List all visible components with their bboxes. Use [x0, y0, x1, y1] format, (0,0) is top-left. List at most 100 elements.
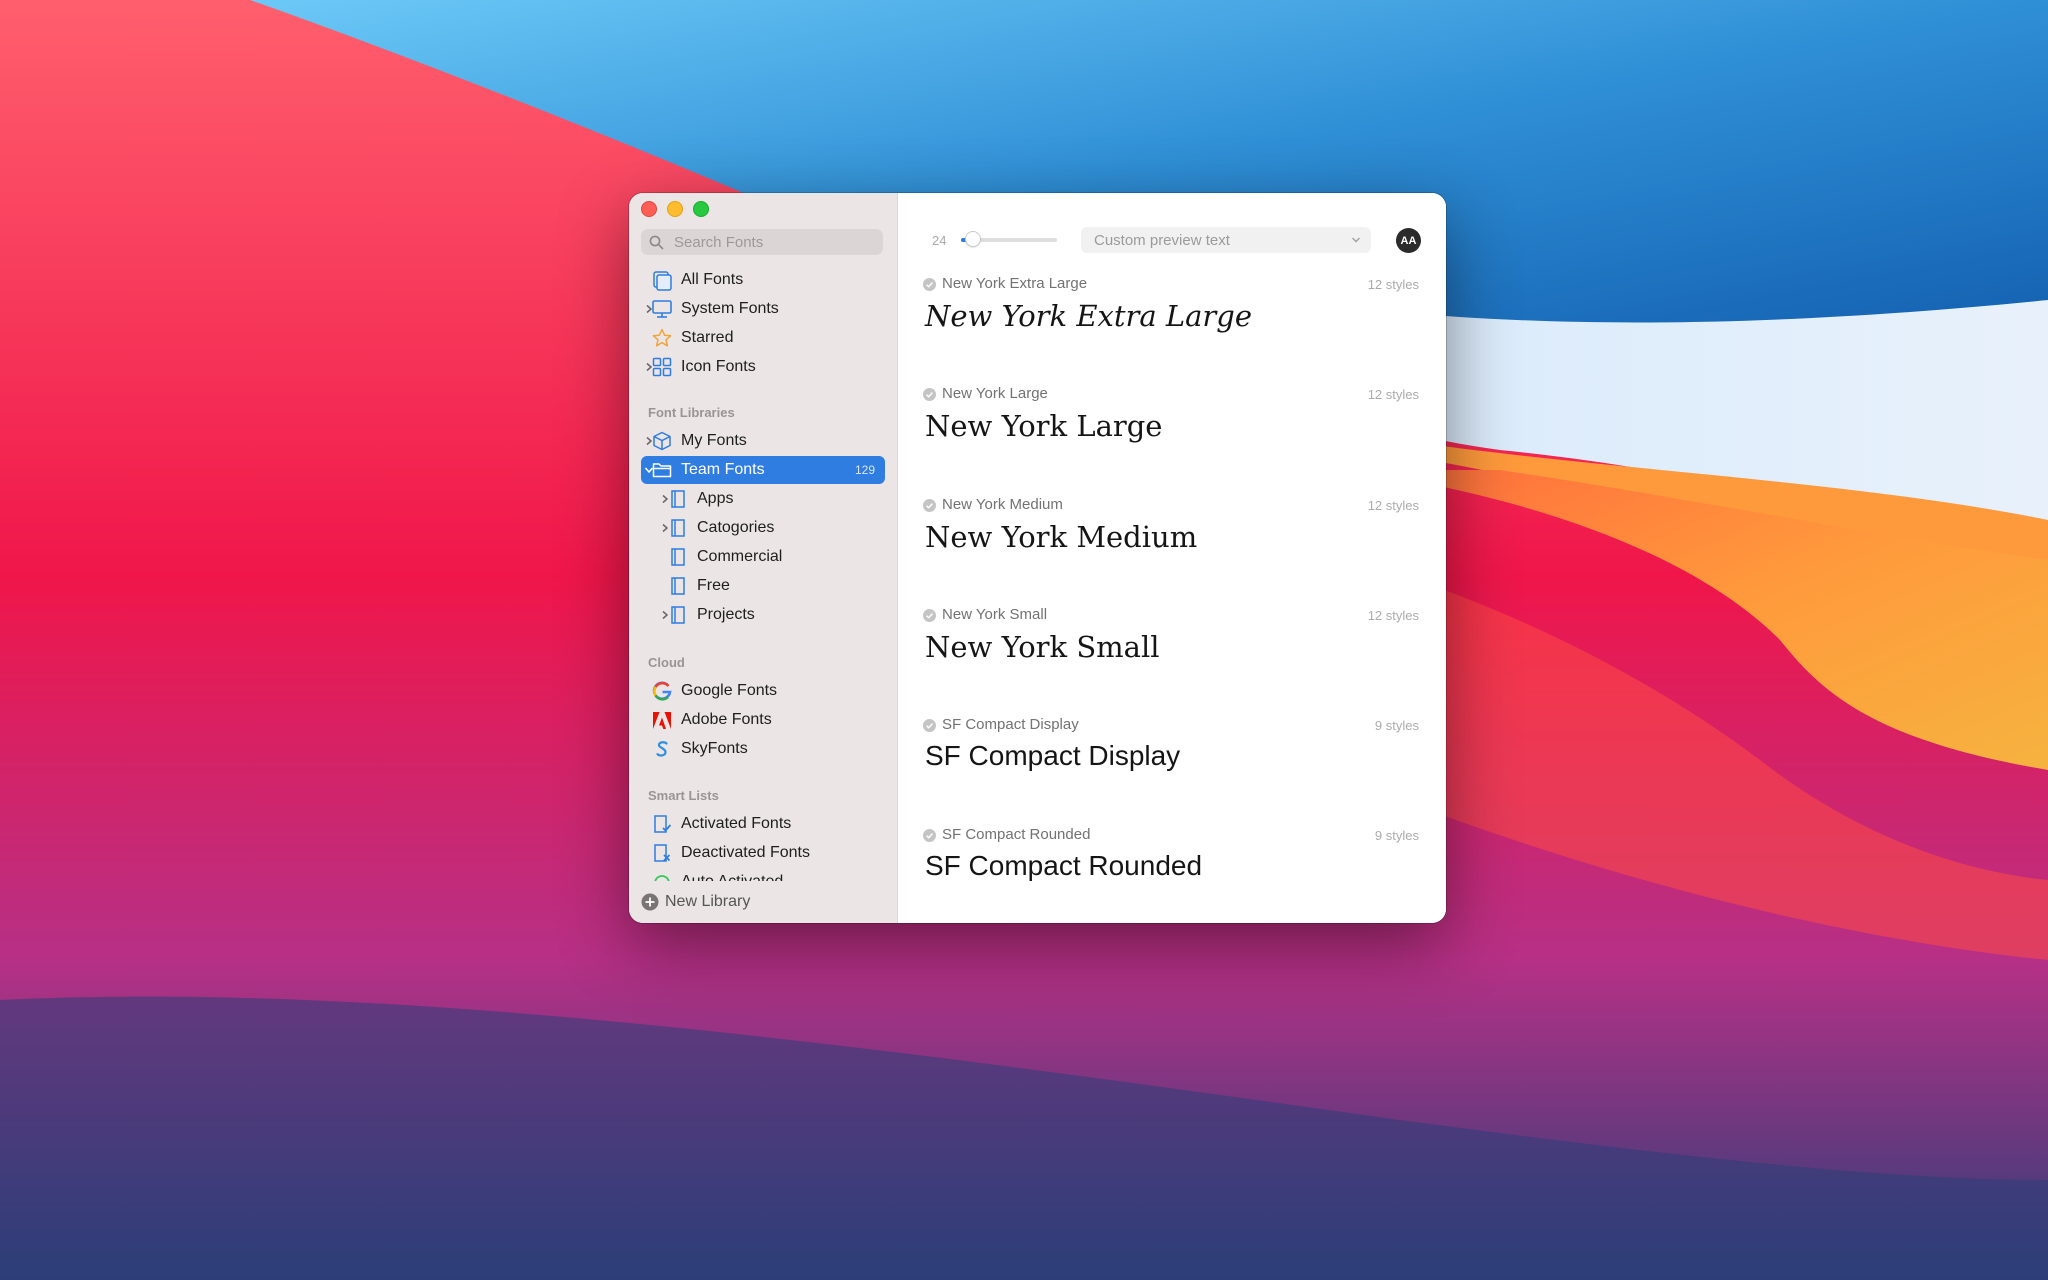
folder-icon	[652, 463, 672, 478]
new-library-label: New Library	[665, 893, 751, 910]
plus-circle-icon	[641, 893, 659, 911]
font-item[interactable]: New York Large 12 styles New York Large	[898, 383, 1446, 493]
preview-text-placeholder: Custom preview text	[1094, 231, 1230, 249]
style-count: 12 styles	[1367, 498, 1419, 513]
slider-knob[interactable]	[965, 232, 980, 246]
collection-icon	[671, 577, 685, 595]
font-preview-text: New York Extra Large	[925, 299, 1253, 333]
collection-icon	[671, 519, 685, 537]
sidebar-item-label: Projects	[697, 606, 755, 623]
sidebar-item-my-fonts[interactable]: My Fonts	[641, 427, 885, 455]
font-family-name: SF Compact Rounded	[942, 826, 1091, 843]
checkmark-circle-icon[interactable]	[923, 499, 936, 512]
checkmark-circle-icon[interactable]	[923, 388, 936, 401]
font-family-name: New York Large	[942, 385, 1048, 402]
sidebar-item-icon-fonts[interactable]: Icon Fonts	[641, 353, 885, 381]
font-family-name: SF Compact Display	[942, 716, 1079, 733]
section-header-smart-lists: Smart Lists	[648, 788, 719, 803]
toolbar: 24 Custom preview text AA	[898, 193, 1446, 263]
style-count: 12 styles	[1367, 608, 1419, 623]
sidebar-item-free[interactable]: Free	[641, 572, 885, 600]
deactivated-icon	[654, 844, 671, 862]
font-list: New York Extra Large 12 styles New York Ex…	[898, 263, 1446, 923]
text-size-aa-button[interactable]: AA	[1396, 228, 1421, 253]
font-preview-text: SF Compact Rounded	[925, 850, 1203, 881]
sidebar-item-label: Google Fonts	[681, 682, 778, 699]
sidebar-item-label: Apps	[697, 490, 734, 507]
sidebar: All Fonts System Fonts Starred	[629, 193, 898, 923]
checkmark-circle-icon[interactable]	[923, 829, 936, 842]
sidebar-item-label: Icon Fonts	[681, 358, 756, 375]
monitor-icon	[652, 300, 672, 318]
style-count: 12 styles	[1367, 277, 1419, 292]
font-item[interactable]: SF Compact Display 9 styles SF Compact Dis…	[898, 714, 1446, 824]
font-item[interactable]: SF Compact Rounded 9 styles SF Compact Rou…	[898, 824, 1446, 923]
sidebar-item-deactivated-fonts[interactable]: Deactivated Fonts	[641, 839, 885, 867]
sidebar-item-skyfonts[interactable]: SkyFonts	[641, 735, 885, 763]
grid-icon	[652, 357, 672, 377]
sidebar-item-label: Free	[697, 577, 730, 594]
box-icon	[653, 431, 671, 451]
new-library-button[interactable]: New Library	[629, 881, 897, 923]
sidebar-item-activated-fonts[interactable]: Activated Fonts	[641, 810, 885, 838]
skyfonts-icon	[656, 741, 668, 757]
style-count: 9 styles	[1374, 718, 1419, 733]
app-window: All Fonts System Fonts Starred	[629, 193, 1446, 923]
checkmark-circle-icon[interactable]	[923, 719, 936, 732]
font-family-name: New York Medium	[942, 496, 1063, 513]
sidebar-item-label: Deactivated Fonts	[681, 844, 810, 861]
sidebar-item-apps[interactable]: Apps	[641, 485, 885, 513]
collection-icon	[671, 490, 685, 508]
sidebar-list: All Fonts System Fonts Starred Icon Font…	[629, 193, 897, 881]
custom-preview-text-dropdown[interactable]: Custom preview text	[1081, 227, 1371, 253]
checkmark-circle-icon[interactable]	[923, 278, 936, 291]
sidebar-item-label: SkyFonts	[681, 740, 748, 757]
preview-size-value: 24	[932, 233, 947, 248]
font-family-name: New York Small	[942, 606, 1048, 623]
sidebar-item-label: Activated Fonts	[681, 815, 792, 832]
sidebar-item-label: My Fonts	[681, 432, 747, 449]
adobe-icon	[653, 712, 671, 729]
sidebar-item-label: Starred	[681, 329, 734, 346]
font-preview-text: New York Large	[925, 409, 1163, 443]
sidebar-item-projects[interactable]: Projects	[641, 601, 885, 629]
sidebar-item-catogories[interactable]: Catogories	[641, 514, 885, 542]
star-icon	[652, 328, 672, 347]
sidebar-item-starred[interactable]: Starred	[641, 324, 885, 352]
sidebar-item-label: Adobe Fonts	[681, 711, 772, 728]
sidebar-item-adobe-fonts[interactable]: Adobe Fonts	[641, 706, 885, 734]
sidebar-item-auto-activated[interactable]: Auto Activated	[641, 868, 885, 881]
font-item[interactable]: New York Extra Large 12 styles New York Ex…	[898, 273, 1446, 383]
chevron-down-icon	[1352, 237, 1360, 243]
font-item[interactable]: New York Small 12 styles New York Small	[898, 604, 1446, 714]
font-item[interactable]: New York Medium 12 styles New York Medium	[898, 494, 1446, 604]
sidebar-item-commercial[interactable]: Commercial	[641, 543, 885, 571]
sidebar-item-label: Commercial	[697, 548, 783, 565]
auto-activated-icon	[654, 875, 670, 881]
all-fonts-icon	[653, 271, 672, 291]
font-preview-text: SF Compact Display	[925, 740, 1181, 771]
font-family-name: New York Extra Large	[942, 275, 1088, 292]
sidebar-item-label: Team Fonts	[681, 461, 765, 478]
collection-icon	[671, 606, 685, 624]
sidebar-item-label: All Fonts	[681, 271, 744, 288]
sidebar-item-all-fonts[interactable]: All Fonts	[641, 266, 885, 294]
style-count: 9 styles	[1374, 828, 1419, 843]
section-header-font-libraries: Font Libraries	[648, 405, 735, 420]
google-icon	[652, 681, 672, 701]
font-list-pane: 24 Custom preview text AA New York Extra…	[898, 193, 1446, 923]
sidebar-item-google-fonts[interactable]: Google Fonts	[641, 677, 885, 705]
sidebar-item-label: System Fonts	[681, 300, 779, 317]
collection-icon	[671, 548, 685, 566]
sidebar-item-system-fonts[interactable]: System Fonts	[641, 295, 885, 323]
section-header-cloud: Cloud	[648, 655, 685, 670]
style-count: 12 styles	[1367, 387, 1419, 402]
sidebar-item-label: Catogories	[697, 519, 775, 536]
activated-icon	[654, 815, 672, 833]
checkmark-circle-icon[interactable]	[923, 609, 936, 622]
font-preview-text: New York Small	[925, 630, 1160, 664]
font-count-badge: 129	[854, 463, 875, 477]
font-preview-text: New York Medium	[925, 520, 1198, 554]
preview-size-slider[interactable]	[961, 232, 1057, 246]
sidebar-item-team-fonts[interactable]: Team Fonts 129	[641, 456, 885, 484]
